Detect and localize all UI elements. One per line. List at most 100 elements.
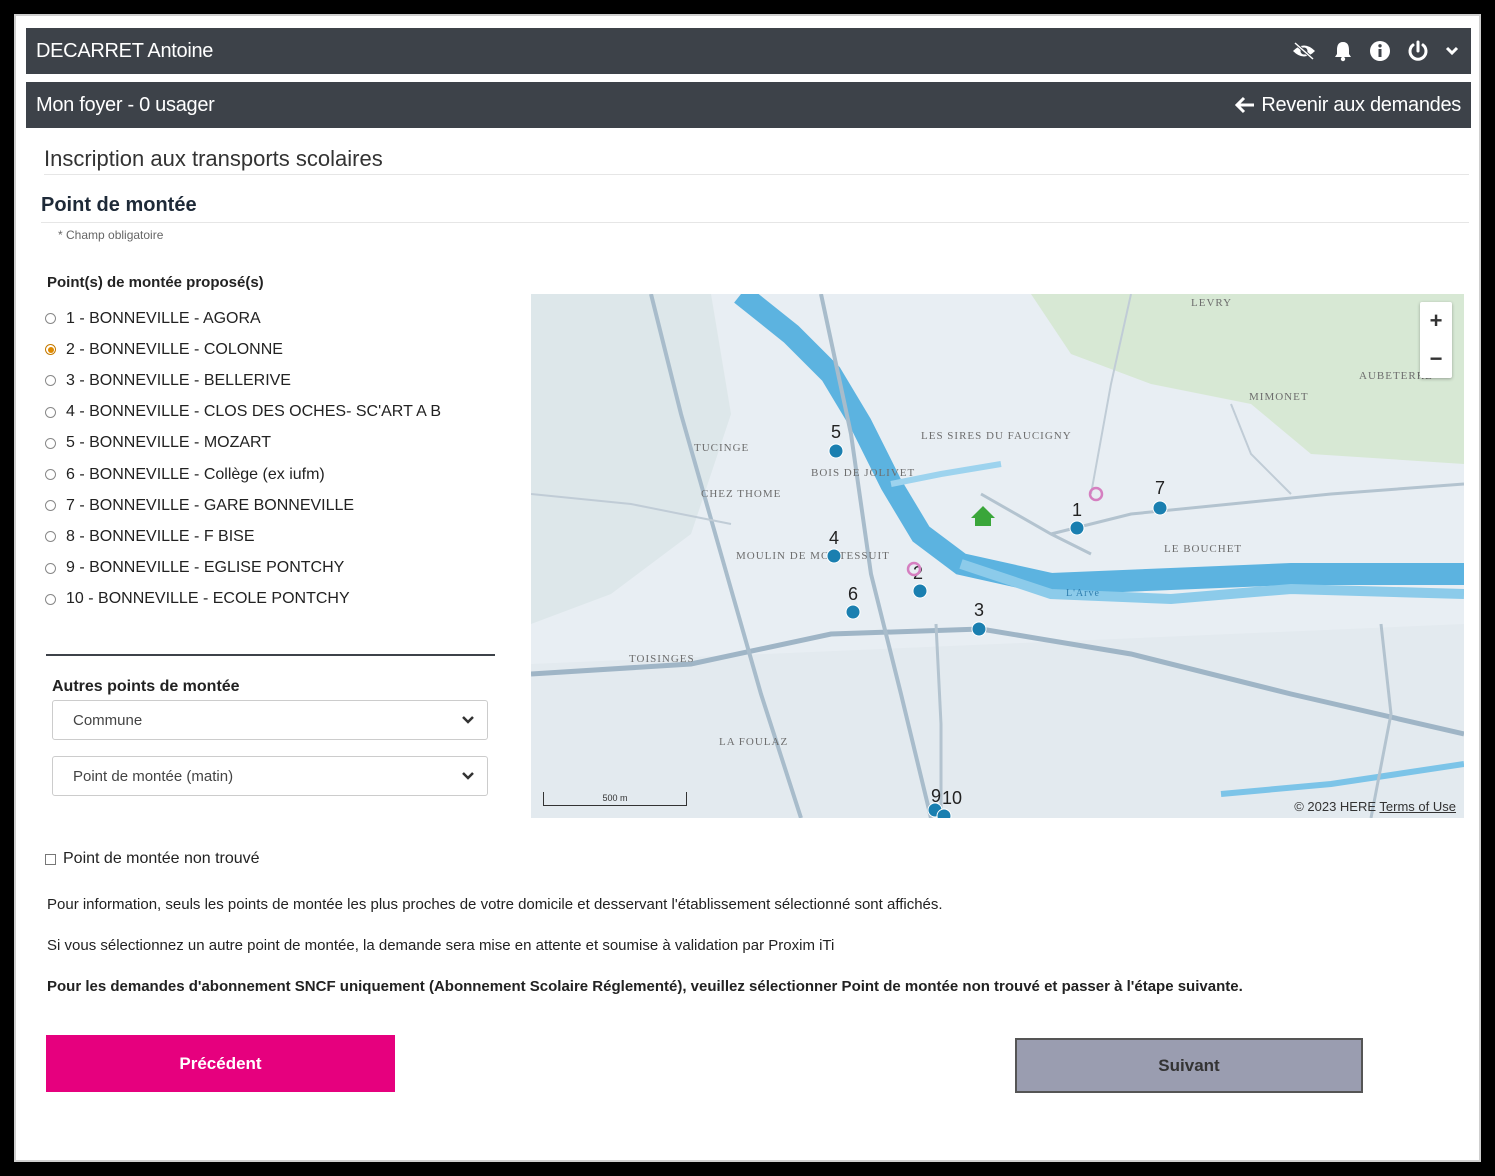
household-bar: Mon foyer - 0 usager Revenir aux demande… — [26, 82, 1471, 128]
stop-marker[interactable] — [1152, 500, 1168, 516]
next-button[interactable]: Suivant — [1015, 1038, 1363, 1093]
stop-marker-number: 1 — [1072, 500, 1082, 520]
commune-select[interactable]: Commune — [52, 700, 488, 740]
info-line-2: Si vous sélectionnez un autre point de m… — [47, 937, 835, 954]
proposed-point-label: 3 - BONNEVILLE - BELLERIVE — [66, 371, 291, 389]
map-place-label: TOISINGES — [629, 653, 695, 665]
power-icon[interactable] — [1407, 40, 1429, 62]
point-not-found-label: Point de montée non trouvé — [63, 850, 260, 867]
radio-button[interactable] — [45, 437, 56, 449]
proposed-point-option[interactable]: 9 - BONNEVILLE - EGLISE PONTCHY — [45, 553, 441, 584]
stop-marker[interactable] — [971, 621, 987, 637]
proposed-point-option[interactable]: 8 - BONNEVILLE - F BISE — [45, 521, 441, 552]
proposed-points-label: Point(s) de montée proposé(s) — [47, 274, 264, 291]
proposed-point-label: 2 - BONNEVILLE - COLONNE — [66, 340, 283, 358]
page-title: Inscription aux transports scolaires — [44, 146, 383, 171]
title-divider — [44, 174, 1469, 175]
back-link-label: Revenir aux demandes — [1261, 93, 1461, 116]
chevron-down-icon — [462, 772, 474, 780]
radio-button[interactable] — [45, 406, 56, 418]
zoom-in-button[interactable]: + — [1420, 302, 1452, 340]
chevron-down-icon — [462, 716, 474, 724]
info-icon[interactable] — [1369, 40, 1391, 62]
info-line-1: Pour information, seuls les points de mo… — [47, 896, 943, 913]
map-attribution: © 2023 HERE Terms of Use — [1294, 799, 1456, 814]
stop-marker-number: 6 — [848, 584, 858, 604]
proposed-point-label: 8 - BONNEVILLE - F BISE — [66, 527, 255, 545]
map-place-label: LA FOULAZ — [719, 736, 788, 748]
stop-marker[interactable] — [828, 443, 844, 459]
back-to-requests-link[interactable]: Revenir aux demandes — [1235, 94, 1461, 117]
stop-marker[interactable] — [845, 604, 861, 620]
map-zoom-controls: + − — [1420, 302, 1452, 378]
proposed-point-label: 7 - BONNEVILLE - GARE BONNEVILLE — [66, 496, 355, 514]
proposed-point-label: 1 - BONNEVILLE - AGORA — [66, 309, 261, 327]
chevron-down-icon[interactable] — [1445, 45, 1459, 57]
household-title: Mon foyer - 0 usager — [36, 93, 215, 116]
map-place-label: LEVRY — [1191, 297, 1232, 309]
previous-button[interactable]: Précédent — [46, 1035, 395, 1092]
proposed-point-option[interactable]: 4 - BONNEVILLE - CLOS DES OCHES- SC'ART … — [45, 397, 441, 428]
radio-button[interactable] — [45, 562, 56, 574]
stop-marker-number: 3 — [974, 600, 984, 620]
stop-marker-number: 9 — [931, 786, 941, 806]
radio-button[interactable] — [45, 500, 56, 512]
zoom-out-button[interactable]: − — [1420, 340, 1452, 378]
proposed-point-option[interactable]: 3 - BONNEVILLE - BELLERIVE — [45, 365, 441, 396]
map-canvas: LEVRYMIMONETAUBETERRELES SIRES DU FAUCIG… — [531, 294, 1464, 818]
app-frame: DECARRET Antoine Mon foyer - 0 usager Re… — [14, 14, 1481, 1162]
checkbox-box[interactable] — [45, 853, 56, 865]
boarding-point-select[interactable]: Point de montée (matin) — [52, 756, 488, 796]
stop-marker[interactable] — [912, 583, 928, 599]
commune-select-value: Commune — [73, 711, 143, 729]
radio-button[interactable] — [45, 375, 56, 387]
proposed-point-label: 5 - BONNEVILLE - MOZART — [66, 434, 272, 452]
map-place-label: L'Arve — [1066, 588, 1100, 599]
stop-marker-number: 4 — [829, 528, 839, 548]
proposed-points-list: 1 - BONNEVILLE - AGORA 2 - BONNEVILLE - C… — [45, 303, 441, 615]
map-place-label: MIMONET — [1249, 391, 1309, 403]
stop-marker-number: 5 — [831, 422, 841, 442]
radio-button[interactable] — [45, 344, 56, 356]
map-place-label: TUCINGE — [694, 442, 749, 454]
radio-button[interactable] — [45, 469, 56, 481]
point-not-found-checkbox[interactable]: Point de montée non trouvé — [45, 850, 260, 868]
bell-icon[interactable] — [1333, 40, 1353, 62]
info-line-3: Pour les demandes d'abonnement SNCF uniq… — [47, 978, 1243, 995]
options-divider — [46, 654, 495, 656]
map-place-label: LES SIRES DU FAUCIGNY — [921, 430, 1072, 442]
map-place-label: CHEZ THOME — [701, 488, 781, 500]
copyright-text: © 2023 HERE — [1294, 799, 1377, 814]
other-points-label: Autres points de montée — [52, 678, 240, 695]
proposed-point-option[interactable]: 1 - BONNEVILLE - AGORA — [45, 303, 441, 334]
section-divider — [41, 222, 1469, 223]
map-place-label: MOULIN DE MONTESSUIT — [736, 550, 890, 562]
proposed-point-label: 4 - BONNEVILLE - CLOS DES OCHES- SC'ART … — [66, 403, 442, 421]
map-place-label: LE BOUCHET — [1164, 543, 1242, 555]
proposed-point-option[interactable]: 6 - BONNEVILLE - Collège (ex iufm) — [45, 459, 441, 490]
radio-button[interactable] — [45, 531, 56, 543]
map-place-label: BOIS DE JOLIVET — [811, 467, 915, 479]
proposed-point-option[interactable]: 7 - BONNEVILLE - GARE BONNEVILLE — [45, 490, 441, 521]
user-name: DECARRET Antoine — [36, 39, 214, 62]
top-bar-icons — [1291, 40, 1459, 62]
stop-marker[interactable] — [826, 548, 842, 564]
stop-marker[interactable] — [1069, 520, 1085, 536]
stops-map[interactable]: LEVRY MIMONET AUBETERRE LES SIRES DU FAUCIG… — [531, 294, 1464, 818]
arrow-left-icon — [1235, 96, 1255, 114]
map-scale-bar: 500 m — [543, 792, 687, 806]
required-note: * Champ obligatoire — [58, 228, 164, 242]
stop-marker[interactable] — [936, 808, 952, 818]
proposed-point-label: 9 - BONNEVILLE - EGLISE PONTCHY — [66, 559, 345, 577]
eye-slash-icon[interactable] — [1291, 40, 1317, 62]
proposed-point-option[interactable]: 10 - BONNEVILLE - ECOLE PONTCHY — [45, 584, 441, 615]
radio-button[interactable] — [45, 313, 56, 325]
stop-marker-number: 7 — [1155, 478, 1165, 498]
terms-of-use-link[interactable]: Terms of Use — [1379, 799, 1456, 814]
top-bar: DECARRET Antoine — [26, 28, 1471, 74]
stop-marker-number: 10 — [942, 788, 962, 808]
boarding-point-select-value: Point de montée (matin) — [73, 767, 234, 785]
proposed-point-option[interactable]: 5 - BONNEVILLE - MOZART — [45, 428, 441, 459]
radio-button[interactable] — [45, 593, 56, 605]
proposed-point-option[interactable]: 2 - BONNEVILLE - COLONNE — [45, 334, 441, 365]
